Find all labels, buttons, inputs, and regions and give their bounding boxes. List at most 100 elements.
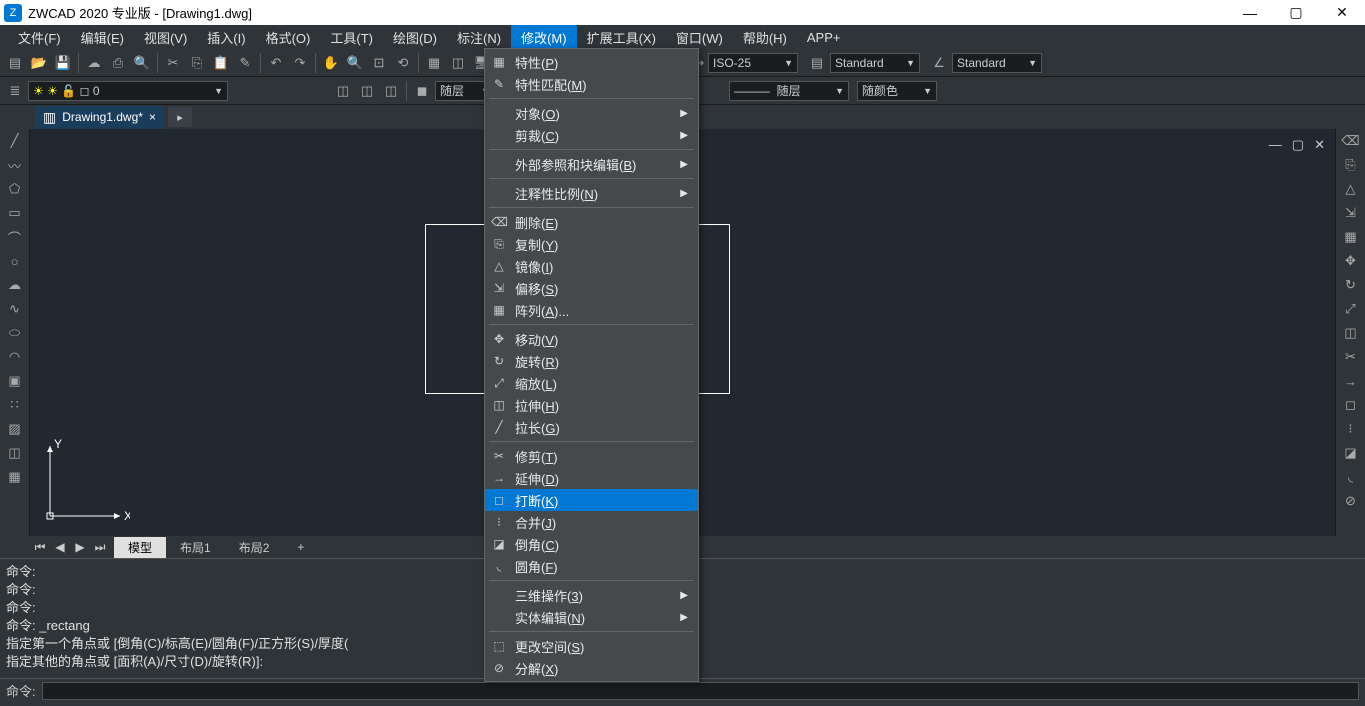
panel-min-icon[interactable]: — — [1269, 137, 1282, 153]
menuitem-外部参照和块编辑(B)[interactable]: 外部参照和块编辑(B)▶ — [485, 153, 698, 175]
menu-帮助(H)[interactable]: 帮助(H) — [733, 25, 797, 50]
stretch-icon[interactable]: ◫ — [1340, 323, 1362, 343]
menuitem-修剪(T)[interactable]: ✂修剪(T) — [485, 445, 698, 467]
matchprop-icon[interactable]: ✎ — [234, 52, 256, 74]
save-icon[interactable]: 💾 — [52, 52, 74, 74]
menuitem-旋转(R)[interactable]: ↻旋转(R) — [485, 350, 698, 372]
panel-max-icon[interactable]: ▢ — [1292, 137, 1304, 153]
menuitem-拉伸(H)[interactable]: ◫拉伸(H) — [485, 394, 698, 416]
point-icon[interactable]: ∷ — [4, 395, 26, 415]
tab-next-icon[interactable]: ▶ — [70, 540, 90, 555]
menuitem-剪裁(C)[interactable]: 剪裁(C)▶ — [485, 124, 698, 146]
lay1-icon[interactable]: ◫ — [332, 80, 354, 102]
menuitem-移动(V)[interactable]: ✥移动(V) — [485, 328, 698, 350]
cut-icon[interactable]: ✂ — [162, 52, 184, 74]
menuitem-镜像(I)[interactable]: △镜像(I) — [485, 255, 698, 277]
spline-icon[interactable]: ∿ — [4, 299, 26, 319]
menu-绘图(D)[interactable]: 绘图(D) — [383, 25, 447, 50]
join-icon[interactable]: ⁝ — [1340, 419, 1362, 439]
menuitem-注释性比例(N)[interactable]: 注释性比例(N)▶ — [485, 182, 698, 204]
preview-icon[interactable]: 🔍 — [131, 52, 153, 74]
tab-layout1[interactable]: 布局1 — [166, 537, 225, 558]
textstyle-select[interactable]: Standard▼ — [830, 53, 920, 73]
rotate-icon[interactable]: ↻ — [1340, 275, 1362, 295]
move-icon[interactable]: ✥ — [1340, 251, 1362, 271]
copy2-icon[interactable]: ⎘ — [1340, 155, 1362, 175]
table-icon[interactable]: ∠ — [928, 52, 950, 74]
tab-model[interactable]: 模型 — [114, 537, 166, 558]
circle-icon[interactable]: ○ — [4, 251, 26, 271]
menuitem-复制(Y)[interactable]: ⎘复制(Y) — [485, 233, 698, 255]
menuitem-圆角(F)[interactable]: ◟圆角(F) — [485, 555, 698, 577]
menu-编辑(E)[interactable]: 编辑(E) — [71, 25, 134, 50]
menu-视图(V)[interactable]: 视图(V) — [134, 25, 197, 50]
line-icon[interactable]: ╱ — [4, 131, 26, 151]
linetype-select[interactable]: ——— 随层▼ — [729, 81, 849, 101]
menuitem-对象(O)[interactable]: 对象(O)▶ — [485, 102, 698, 124]
hatch-icon[interactable]: ▨ — [4, 419, 26, 439]
menuitem-拉长(G)[interactable]: ╱拉长(G) — [485, 416, 698, 438]
block-icon[interactable]: ▣ — [4, 371, 26, 391]
maximize-button[interactable]: ▢ — [1273, 0, 1319, 25]
panel-close-icon[interactable]: ✕ — [1314, 137, 1325, 153]
break-icon[interactable]: ◻ — [1340, 395, 1362, 415]
close-button[interactable]: ✕ — [1319, 0, 1365, 25]
menuitem-合并(J)[interactable]: ⁝合并(J) — [485, 511, 698, 533]
layermgr-icon[interactable]: ≣ — [4, 80, 26, 102]
lay2-icon[interactable]: ◫ — [356, 80, 378, 102]
mirror-icon[interactable]: △ — [1340, 179, 1362, 199]
trim-icon[interactable]: ✂ — [1340, 347, 1362, 367]
arc-icon[interactable]: ⌒ — [4, 227, 26, 247]
color-icon[interactable]: ◼ — [411, 80, 433, 102]
tab-first-icon[interactable]: ⏮ — [30, 540, 50, 555]
tab-add[interactable]: + — [283, 538, 318, 556]
table-draw-icon[interactable]: ▦ — [4, 467, 26, 487]
zoomprev-icon[interactable]: ⟲ — [392, 52, 414, 74]
menu-修改(M)[interactable]: 修改(M) — [511, 25, 577, 50]
props-icon[interactable]: ▦ — [423, 52, 445, 74]
zoom-icon[interactable]: 🔍 — [344, 52, 366, 74]
region-icon[interactable]: ◫ — [4, 443, 26, 463]
menuitem-实体编辑(N)[interactable]: 实体编辑(N)▶ — [485, 606, 698, 628]
menuitem-阵列(A)...[interactable]: ▦阵列(A)... — [485, 299, 698, 321]
redo-icon[interactable]: ↷ — [289, 52, 311, 74]
text-icon[interactable]: ▤ — [806, 52, 828, 74]
copy-icon[interactable]: ⎘ — [186, 52, 208, 74]
pan-icon[interactable]: ✋ — [320, 52, 342, 74]
menuitem-特性匹配(M)[interactable]: ✎特性匹配(M) — [485, 73, 698, 95]
tab-layout2[interactable]: 布局2 — [225, 537, 284, 558]
earc-icon[interactable]: ◠ — [4, 347, 26, 367]
doctab-drawing1[interactable]: ▥ Drawing1.dwg* × — [35, 106, 164, 129]
menuitem-打断(K)[interactable]: ◻打断(K) — [485, 489, 698, 511]
offset-icon[interactable]: ⇲ — [1340, 203, 1362, 223]
extend-icon[interactable]: → — [1340, 371, 1362, 391]
dimstyle-select[interactable]: ISO-25▼ — [708, 53, 798, 73]
zoomwin-icon[interactable]: ⊡ — [368, 52, 390, 74]
print-icon[interactable]: ⎙ — [107, 52, 129, 74]
explode-icon[interactable]: ⊘ — [1340, 491, 1362, 511]
tab-prev-icon[interactable]: ◀ — [50, 540, 70, 555]
paste-icon[interactable]: 📋 — [210, 52, 232, 74]
chamfer-icon[interactable]: ◪ — [1340, 443, 1362, 463]
scale-icon[interactable]: ⤢ — [1340, 299, 1362, 319]
menu-APP+[interactable]: APP+ — [797, 27, 851, 48]
menuitem-延伸(D)[interactable]: →延伸(D) — [485, 467, 698, 489]
polygon-icon[interactable]: ⬠ — [4, 179, 26, 199]
menuitem-倒角(C)[interactable]: ◪倒角(C) — [485, 533, 698, 555]
menu-格式(O)[interactable]: 格式(O) — [256, 25, 321, 50]
menuitem-删除(E)[interactable]: ⌫删除(E) — [485, 211, 698, 233]
undo-icon[interactable]: ↶ — [265, 52, 287, 74]
rect-icon[interactable]: ▭ — [4, 203, 26, 223]
array-icon[interactable]: ▦ — [1340, 227, 1362, 247]
minimize-button[interactable]: — — [1227, 0, 1273, 25]
menuitem-分解(X)[interactable]: ⊘分解(X) — [485, 657, 698, 679]
design-icon[interactable]: ◫ — [447, 52, 469, 74]
menuitem-三维操作(3)[interactable]: 三维操作(3)▶ — [485, 584, 698, 606]
menuitem-缩放(L)[interactable]: ⤢缩放(L) — [485, 372, 698, 394]
layer-select[interactable]: ☀ ☀ 🔓 ◻ 0▼ — [28, 81, 228, 101]
open-icon[interactable]: 📂 — [28, 52, 50, 74]
menu-扩展工具(X)[interactable]: 扩展工具(X) — [577, 25, 666, 50]
menuitem-更改空间(S)[interactable]: ⬚更改空间(S) — [485, 635, 698, 657]
lineweight-select[interactable]: 随颜色▼ — [857, 81, 937, 101]
cloud-icon[interactable]: ☁ — [4, 275, 26, 295]
